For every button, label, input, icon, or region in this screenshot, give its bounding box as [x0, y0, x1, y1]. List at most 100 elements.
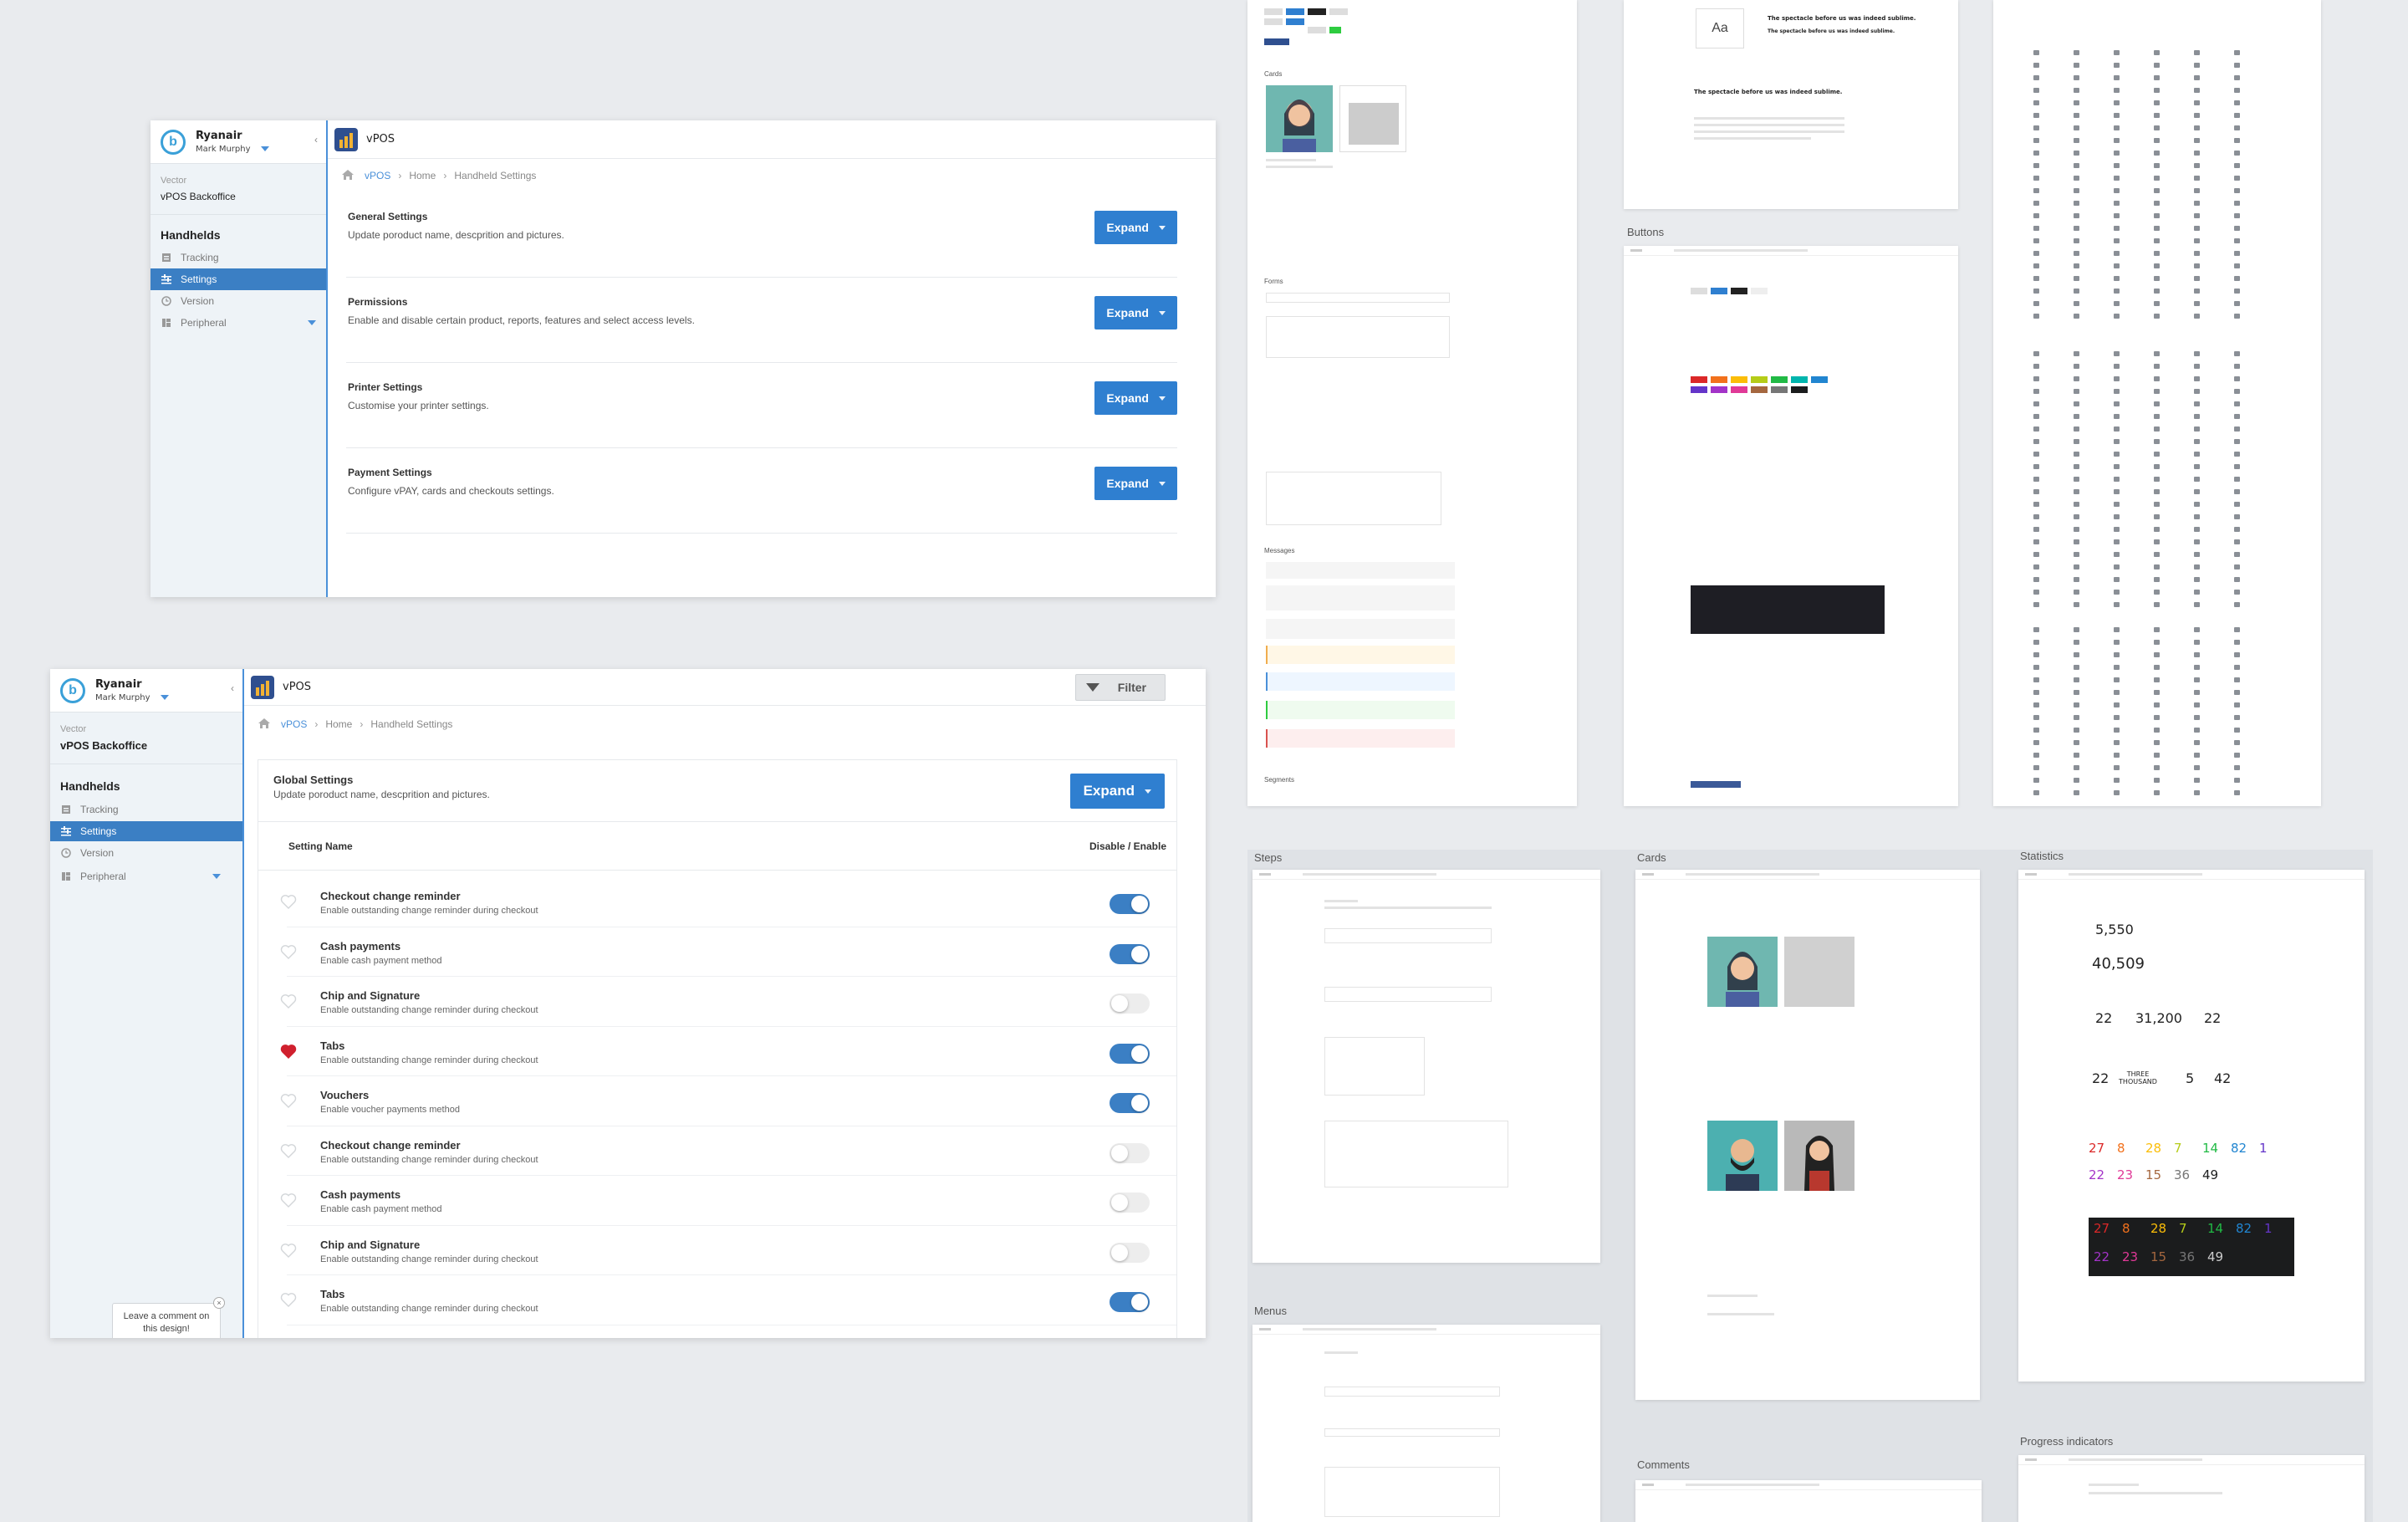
collapse-sidebar-icon[interactable]: ‹: [314, 134, 318, 146]
setting-description: Enable outstanding change reminder durin…: [320, 1154, 538, 1165]
chevron-down-icon[interactable]: [161, 695, 170, 700]
icon-sample: [2154, 213, 2160, 218]
icon-sample: [2154, 138, 2160, 143]
heart-icon[interactable]: [280, 944, 297, 963]
company-name: vPOS Backoffice: [161, 191, 236, 202]
collapse-sidebar-icon[interactable]: ‹: [231, 682, 234, 694]
chevron-down-icon[interactable]: [308, 320, 316, 325]
design-page-steps: [1252, 870, 1600, 1263]
sidebar-item-version[interactable]: Version: [50, 841, 242, 865]
sidebar-item-version[interactable]: Version: [150, 290, 326, 312]
icon-sample: [2114, 414, 2120, 419]
close-icon[interactable]: ×: [213, 1297, 225, 1309]
enable-toggle[interactable]: [1110, 894, 1150, 914]
icon-sample: [2033, 151, 2039, 156]
form-dropdown-preview: [1266, 472, 1441, 525]
stat-value: 22: [2204, 1010, 2222, 1026]
org-switcher[interactable]: b Ryanair Mark Murphy ‹: [150, 120, 326, 164]
home-icon[interactable]: [258, 718, 271, 732]
icon-sample: [2074, 238, 2079, 243]
expand-button[interactable]: Expand: [1094, 296, 1177, 329]
icon-sample: [2114, 314, 2120, 319]
breadcrumb-item-home[interactable]: Home: [325, 718, 352, 730]
icon-sample: [2234, 715, 2240, 720]
home-icon[interactable]: [341, 169, 355, 183]
filter-button[interactable]: Filter: [1074, 673, 1166, 701]
icon-sample: [2033, 113, 2039, 118]
color-button-swatches: [1691, 376, 1866, 401]
icon-sample: [2234, 652, 2240, 657]
heart-icon[interactable]: [280, 1093, 297, 1112]
chevron-down-icon[interactable]: [212, 874, 221, 879]
color-swatch: [1691, 376, 1707, 383]
icon-sample: [2194, 100, 2200, 105]
table-row: Cash payments Enable cash payment method: [280, 927, 1176, 977]
icon-sample: [2114, 376, 2120, 381]
icon-sample: [2074, 753, 2079, 758]
sidebar-item-settings[interactable]: Settings: [150, 268, 326, 290]
enable-toggle[interactable]: [1110, 943, 1150, 964]
icon-sample: [2154, 765, 2160, 770]
icon-sample: [2114, 740, 2120, 745]
enable-toggle[interactable]: [1110, 993, 1150, 1014]
user-name: Mark Murphy: [95, 693, 170, 702]
icon-sample: [2154, 489, 2160, 494]
panel-description: Update poroduct name, descprition and pi…: [273, 789, 490, 800]
icon-sample: [2234, 238, 2240, 243]
icon-sample: [2033, 88, 2039, 93]
inverted-stats-panel: 27 8 28 7 14 82 1 22 23 15 36 49: [2089, 1218, 2294, 1276]
enable-toggle[interactable]: [1110, 1043, 1150, 1064]
org-switcher[interactable]: b Ryanair Mark Murphy ‹: [50, 669, 242, 712]
icon-sample: [2234, 590, 2240, 595]
heart-icon[interactable]: [280, 1143, 297, 1162]
comment-prompt[interactable]: Leave a comment on this design! ×: [112, 1297, 225, 1338]
enable-toggle[interactable]: [1110, 1193, 1150, 1213]
avatar-card-woman-2: [1784, 1121, 1854, 1191]
icon-sample: [2154, 539, 2160, 544]
expand-button[interactable]: Expand: [1094, 467, 1177, 500]
setting-name: Vouchers: [320, 1089, 370, 1101]
icon-sample: [2154, 50, 2160, 55]
icon-sample: [2154, 301, 2160, 306]
icon-sample: [2154, 251, 2160, 256]
sidebar-item-tracking[interactable]: Tracking: [150, 247, 326, 268]
chevron-down-icon: [1159, 481, 1166, 486]
chevron-down-icon[interactable]: [261, 146, 270, 151]
icon-sample: [2194, 740, 2200, 745]
icon-sample: [2033, 226, 2039, 231]
icon-sample: [2194, 665, 2200, 670]
stat-colored-value: 7: [2179, 1221, 2187, 1236]
expand-button[interactable]: Expand: [1094, 381, 1177, 415]
heart-icon[interactable]: [280, 1243, 297, 1262]
heart-icon[interactable]: [280, 1193, 297, 1212]
icon-sample: [2114, 188, 2120, 193]
expand-button[interactable]: Expand: [1069, 774, 1165, 809]
sidebar-item-peripheral[interactable]: Peripheral: [150, 312, 326, 334]
breadcrumb-item-vpos[interactable]: vPOS: [281, 718, 307, 730]
heart-icon[interactable]: [280, 1292, 297, 1311]
breadcrumb-item-home[interactable]: Home: [409, 170, 436, 181]
breadcrumb-item-vpos[interactable]: vPOS: [365, 170, 390, 181]
enable-toggle[interactable]: [1110, 1142, 1150, 1163]
icon-sample: [2234, 389, 2240, 394]
enable-toggle[interactable]: [1110, 1093, 1150, 1113]
icon-sample: [2074, 489, 2079, 494]
heart-icon[interactable]: [280, 894, 297, 913]
sidebar-item-peripheral[interactable]: Peripheral: [50, 865, 242, 888]
enable-toggle[interactable]: [1110, 1292, 1150, 1312]
icon-sample: [2194, 426, 2200, 432]
heart-icon[interactable]: [280, 1044, 297, 1063]
enable-toggle[interactable]: [1110, 1242, 1150, 1263]
icon-sample: [2234, 740, 2240, 745]
icon-sample: [2074, 452, 2079, 457]
icon-sample: [2234, 201, 2240, 206]
company-label: Vector: [60, 724, 87, 734]
sidebar-item-tracking[interactable]: Tracking: [50, 798, 242, 821]
icon-sample: [2154, 351, 2160, 356]
section-label-steps: Steps: [1254, 851, 1283, 864]
icon-sample: [2194, 552, 2200, 557]
heart-icon[interactable]: [280, 993, 297, 1013]
icon-sample: [2074, 690, 2079, 695]
sidebar-item-settings[interactable]: Settings: [50, 821, 242, 841]
expand-button[interactable]: Expand: [1094, 211, 1177, 244]
